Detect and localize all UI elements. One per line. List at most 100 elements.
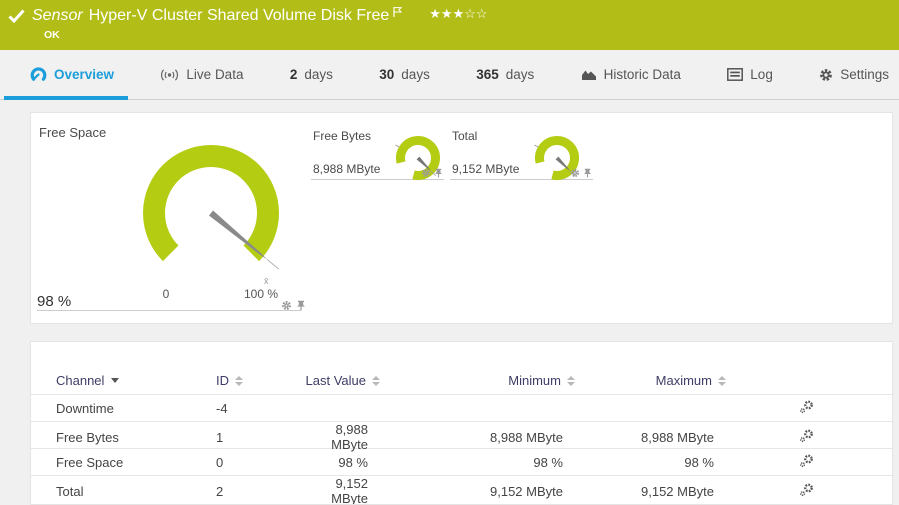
gear-icon[interactable] xyxy=(570,168,580,178)
channel-settings-icon[interactable] xyxy=(799,483,814,497)
column-header-maximum[interactable]: Maximum xyxy=(575,373,726,388)
tab-label: Settings xyxy=(840,67,889,82)
status-ok-check-icon xyxy=(8,9,25,23)
last-value: 9,152 MByte xyxy=(303,476,380,505)
mini-gauge-title: Total xyxy=(452,129,477,143)
gauge-arc xyxy=(154,156,268,253)
gear-icon[interactable] xyxy=(281,300,292,311)
column-header-last-value[interactable]: Last Value xyxy=(303,373,380,388)
table-row-free-bytes: Free Bytes 1 8,988 MByte 8,988 MByte 8,9… xyxy=(31,421,892,448)
main-gauge-tools xyxy=(281,300,306,311)
gauge-average-marker: x̄ xyxy=(264,276,269,286)
tab-log[interactable]: Log xyxy=(727,50,773,100)
tab-number: 365 xyxy=(476,67,499,82)
channel-id: 0 xyxy=(216,455,303,470)
main-gauge-title: Free Space xyxy=(39,125,106,140)
channel-settings-icon[interactable] xyxy=(799,429,814,443)
sort-icon[interactable] xyxy=(235,376,243,386)
minimum-value: 8,988 MByte xyxy=(380,430,575,445)
tab-2-days[interactable]: 2 days xyxy=(290,50,333,100)
sensor-title: Hyper-V Cluster Shared Volume Disk Free xyxy=(89,6,390,26)
column-label: Maximum xyxy=(656,373,712,388)
tab-label: Log xyxy=(750,67,773,82)
tab-label: days xyxy=(401,67,430,82)
channel-table-panel: Channel ID Last Value Minimum Maximum xyxy=(30,341,893,505)
last-value: 8,988 MByte xyxy=(303,422,380,452)
pin-icon[interactable] xyxy=(434,168,443,178)
column-header-channel[interactable]: Channel xyxy=(56,373,216,388)
tab-365-days[interactable]: 365 days xyxy=(476,50,534,100)
gear-icon xyxy=(819,68,833,82)
live-icon xyxy=(160,68,179,82)
table-row-downtime: Downtime -4 xyxy=(31,394,892,421)
table-header-row: Channel ID Last Value Minimum Maximum xyxy=(31,367,892,394)
tab-label: Historic Data xyxy=(604,67,681,82)
gear-icon[interactable] xyxy=(421,168,431,178)
minimum-value: 98 % xyxy=(380,455,575,470)
sensor-status-header: Sensor Hyper-V Cluster Shared Volume Dis… xyxy=(0,0,899,50)
sort-icon[interactable] xyxy=(372,376,380,386)
maximum-value: 9,152 MByte xyxy=(575,484,726,499)
column-header-id[interactable]: ID xyxy=(216,373,303,388)
mini-gauge-tools xyxy=(421,168,443,178)
tab-overview[interactable]: Overview xyxy=(30,50,114,100)
mini-gauge-total: Total 9,152 MByte xyxy=(450,125,593,180)
gauge-scale-max: 100 % xyxy=(237,287,285,301)
sort-desc-icon[interactable] xyxy=(111,378,119,383)
gauge-icon xyxy=(30,67,47,82)
minimum-value: 9,152 MByte xyxy=(380,484,575,499)
channel-settings-icon[interactable] xyxy=(799,400,814,414)
tab-number: 2 xyxy=(290,67,298,82)
tab-historic-data[interactable]: Historic Data xyxy=(581,50,681,100)
column-header-minimum[interactable]: Minimum xyxy=(380,373,575,388)
tab-label: days xyxy=(506,67,535,82)
tab-settings[interactable]: Settings xyxy=(819,50,889,100)
table-row-free-space: Free Space 0 98 % 98 % 98 % xyxy=(31,448,892,475)
channel-settings-icon[interactable] xyxy=(799,454,814,468)
channel-table: Channel ID Last Value Minimum Maximum xyxy=(31,342,892,502)
maximum-value: 8,988 MByte xyxy=(575,430,726,445)
mini-gauge-title: Free Bytes xyxy=(313,129,371,143)
sort-icon[interactable] xyxy=(718,376,726,386)
mini-gauge-tools xyxy=(570,168,592,178)
column-label: ID xyxy=(216,373,229,388)
status-badge: OK xyxy=(44,29,60,41)
gauge-scale-min: 0 xyxy=(151,287,181,301)
channel-id: 1 xyxy=(216,430,303,445)
pin-icon[interactable] xyxy=(583,168,592,178)
channel-name[interactable]: Free Space xyxy=(56,455,216,470)
column-label: Last Value xyxy=(306,373,366,388)
maximum-value: 98 % xyxy=(575,455,726,470)
tab-label: Live Data xyxy=(186,67,243,82)
overview-gauges-panel: Free Space 0 100 % x̄ 98 % Free Bytes xyxy=(30,112,893,324)
pin-icon[interactable] xyxy=(296,300,306,311)
free-space-gauge xyxy=(106,138,316,288)
channel-id: 2 xyxy=(216,484,303,499)
chart-icon xyxy=(581,68,597,81)
log-icon xyxy=(727,68,743,81)
column-label: Channel xyxy=(56,373,104,388)
object-type-label: Sensor xyxy=(32,6,83,26)
stars-filled[interactable]: ★★★ xyxy=(429,6,464,21)
tab-live-data[interactable]: Live Data xyxy=(160,50,243,100)
sort-icon[interactable] xyxy=(567,376,575,386)
tab-number: 30 xyxy=(379,67,394,82)
channel-name[interactable]: Total xyxy=(56,484,216,499)
free-space-value: 98 % xyxy=(37,293,71,310)
channel-id: -4 xyxy=(216,401,303,416)
priority-flag-icon[interactable] xyxy=(392,6,403,18)
tab-label: Overview xyxy=(54,67,114,82)
tab-label: days xyxy=(304,67,333,82)
last-value: 98 % xyxy=(303,455,380,470)
total-value: 9,152 MByte xyxy=(452,162,519,176)
priority-stars[interactable]: ★★★☆☆ xyxy=(429,6,487,22)
sensor-tab-bar: Overview Live Data 2 days 30 days 365 da… xyxy=(0,50,899,100)
stars-empty[interactable]: ☆☆ xyxy=(464,6,487,21)
channel-name[interactable]: Free Bytes xyxy=(56,430,216,445)
gauge-divider xyxy=(37,310,301,311)
table-row-total: Total 2 9,152 MByte 9,152 MByte 9,152 MB… xyxy=(31,475,892,502)
channel-name[interactable]: Downtime xyxy=(56,401,216,416)
free-bytes-value: 8,988 MByte xyxy=(313,162,380,176)
tab-30-days[interactable]: 30 days xyxy=(379,50,430,100)
column-label: Minimum xyxy=(508,373,561,388)
